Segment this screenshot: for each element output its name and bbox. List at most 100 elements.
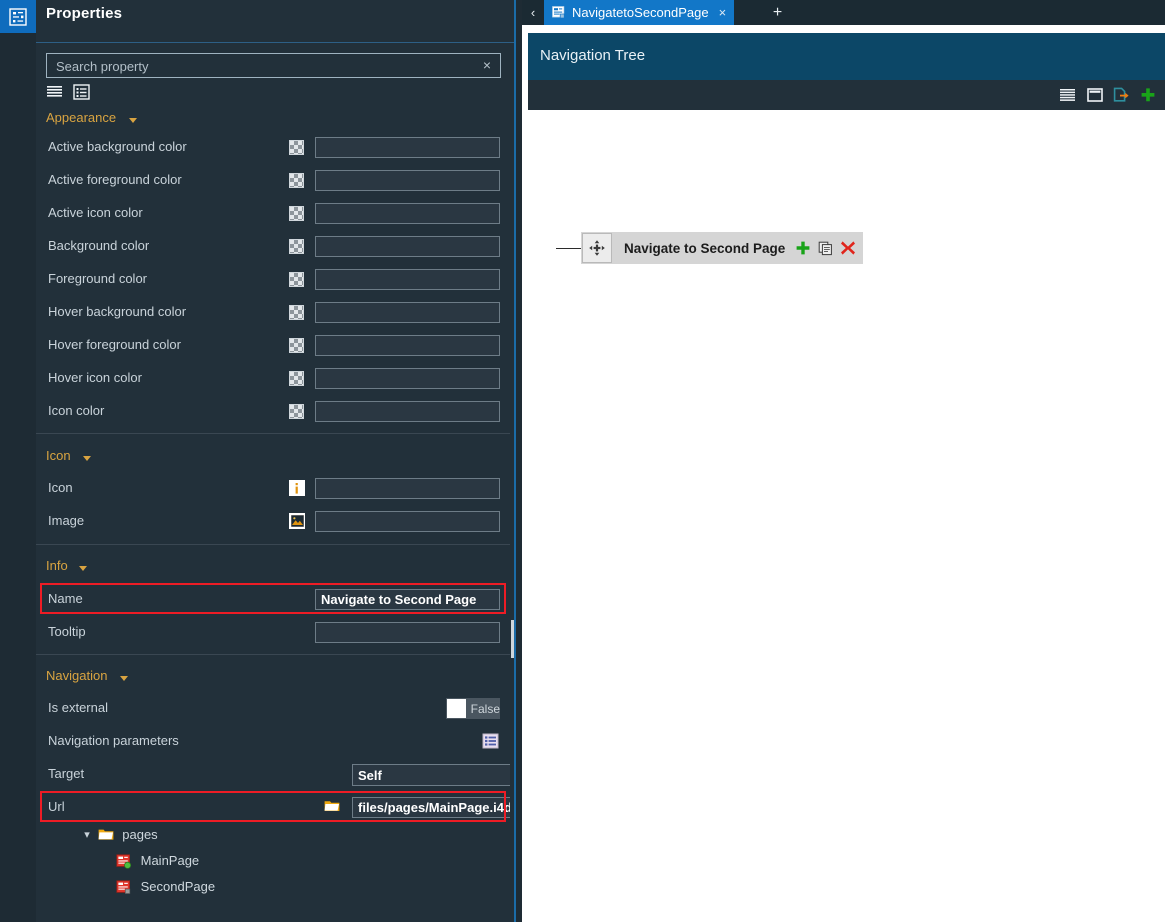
name-input[interactable]: Navigate to Second Page [315, 589, 500, 610]
tree-connector-line [556, 248, 581, 249]
color-swatch-icon[interactable] [289, 206, 304, 221]
group-header-appearance[interactable]: Appearance [36, 107, 514, 131]
color-swatch-icon[interactable] [289, 371, 304, 386]
tab-navigatetosecondpage[interactable]: NavigatetoSecondPage × [544, 0, 735, 25]
add-node-icon[interactable] [1139, 85, 1157, 104]
property-row-icon-color[interactable]: Icon color [36, 395, 514, 428]
property-label: Image [48, 513, 85, 528]
tab-scroll-back-button[interactable]: ‹ [522, 0, 544, 25]
activity-rail [0, 0, 36, 922]
property-value-field[interactable] [315, 368, 500, 389]
tooltip-input[interactable] [315, 622, 500, 643]
page-active-icon [116, 853, 132, 869]
new-tab-button[interactable]: + [765, 0, 790, 25]
property-label: Url [48, 799, 65, 814]
delete-icon[interactable] [840, 240, 856, 256]
target-select[interactable]: Self ▼ [352, 764, 514, 786]
property-row-icon[interactable]: Icon [36, 472, 514, 505]
property-value-field[interactable] [315, 269, 500, 290]
image-picker-icon[interactable] [289, 513, 305, 529]
color-swatch-icon[interactable] [289, 272, 304, 287]
color-swatch-icon[interactable] [289, 338, 304, 353]
property-label: Name [48, 591, 83, 606]
property-row-active-background-color[interactable]: Active background color [36, 131, 514, 164]
grid-editor-icon[interactable] [482, 733, 499, 752]
properties-grid-icon [8, 7, 28, 27]
category-view-toggle[interactable] [72, 84, 90, 100]
property-row-active-foreground-color[interactable]: Active foreground color [36, 164, 514, 197]
file-tree-label: SecondPage [140, 879, 216, 895]
property-value-field[interactable] [315, 236, 500, 257]
move-handle-icon[interactable] [582, 233, 612, 263]
property-value: Navigate to Second Page [321, 592, 477, 607]
property-row-target[interactable]: Target Self ▼ [36, 758, 514, 791]
export-page-icon[interactable] [1112, 85, 1130, 104]
is-external-checkbox[interactable]: False [446, 698, 500, 719]
group-divider [36, 654, 514, 655]
property-row-url[interactable]: Url files/pages/MainPage.i4dc [36, 791, 514, 824]
group-header-info[interactable]: Info [36, 555, 514, 579]
group-label: Info [46, 558, 68, 573]
property-row-background-color[interactable]: Background color [36, 230, 514, 263]
file-tree-label: MainPage [140, 853, 200, 869]
properties-panel-rail-button[interactable] [0, 0, 36, 33]
list-view-toggle[interactable] [46, 84, 63, 100]
property-label: Is external [48, 700, 108, 715]
group-header-icon[interactable]: Icon [36, 445, 514, 469]
search-input[interactable] [54, 54, 463, 79]
checkbox-value-label: False [470, 701, 500, 716]
clear-search-icon[interactable]: × [479, 57, 495, 73]
color-swatch-icon[interactable] [289, 404, 304, 419]
property-value-field[interactable] [315, 335, 500, 356]
file-tree-folder-pages[interactable]: ▾ pages [80, 826, 157, 851]
property-row-navigation-parameters[interactable]: Navigation parameters [36, 725, 514, 758]
property-label: Hover foreground color [48, 337, 181, 352]
property-row-hover-foreground-color[interactable]: Hover foreground color [36, 329, 514, 362]
property-row-active-icon-color[interactable]: Active icon color [36, 197, 514, 230]
folder-browse-icon[interactable] [324, 799, 340, 816]
property-label: Active foreground color [48, 172, 182, 187]
properties-panel-title: Properties [46, 5, 123, 22]
duplicate-icon[interactable] [818, 241, 833, 256]
property-row-image[interactable]: Image [36, 505, 514, 538]
property-row-name[interactable]: Name Navigate to Second Page [36, 583, 514, 616]
property-value-field[interactable] [315, 203, 500, 224]
property-value-field[interactable] [315, 401, 500, 422]
tree-node-navigate-to-second-page[interactable]: Navigate to Second Page [581, 232, 864, 264]
property-row-is-external[interactable]: Is external False [36, 692, 514, 725]
editor-tab-bar: ‹ NavigatetoSecondPage × + [522, 0, 1165, 25]
chevron-down-icon [120, 676, 128, 681]
color-swatch-icon[interactable] [289, 140, 304, 155]
search-property-box[interactable]: × [46, 53, 501, 79]
property-row-tooltip[interactable]: Tooltip [36, 616, 514, 649]
navigation-tree-header: Navigation Tree [528, 33, 1165, 80]
file-tree-item-mainpage[interactable]: MainPage [116, 852, 199, 877]
folder-icon [98, 828, 114, 842]
property-value-field[interactable] [315, 137, 500, 158]
color-swatch-icon[interactable] [289, 305, 304, 320]
group-divider [36, 433, 514, 434]
property-value-field[interactable] [315, 478, 500, 499]
color-swatch-icon[interactable] [289, 239, 304, 254]
add-child-icon[interactable] [795, 240, 811, 256]
page-icon [552, 6, 566, 19]
property-row-hover-background-color[interactable]: Hover background color [36, 296, 514, 329]
chevron-down-icon[interactable]: ▾ [80, 828, 94, 841]
property-label: Icon color [48, 403, 105, 418]
window-icon[interactable] [1086, 85, 1104, 104]
file-tree-item-secondpage[interactable]: SecondPage [116, 878, 215, 903]
color-swatch-icon[interactable] [289, 173, 304, 188]
group-label: Appearance [46, 110, 117, 125]
icon-picker-icon[interactable] [289, 480, 305, 496]
property-label: Active background color [48, 139, 187, 154]
property-value-field[interactable] [315, 302, 500, 323]
group-header-navigation[interactable]: Navigation [36, 665, 514, 689]
property-row-hover-icon-color[interactable]: Hover icon color [36, 362, 514, 395]
property-row-foreground-color[interactable]: Foreground color [36, 263, 514, 296]
list-lines-icon[interactable] [1059, 85, 1077, 104]
close-icon[interactable]: × [719, 5, 727, 20]
url-input[interactable]: files/pages/MainPage.i4dc [352, 797, 514, 818]
property-value-field[interactable] [315, 170, 500, 191]
tree-node-label: Navigate to Second Page [624, 240, 786, 256]
property-value-field[interactable] [315, 511, 500, 532]
